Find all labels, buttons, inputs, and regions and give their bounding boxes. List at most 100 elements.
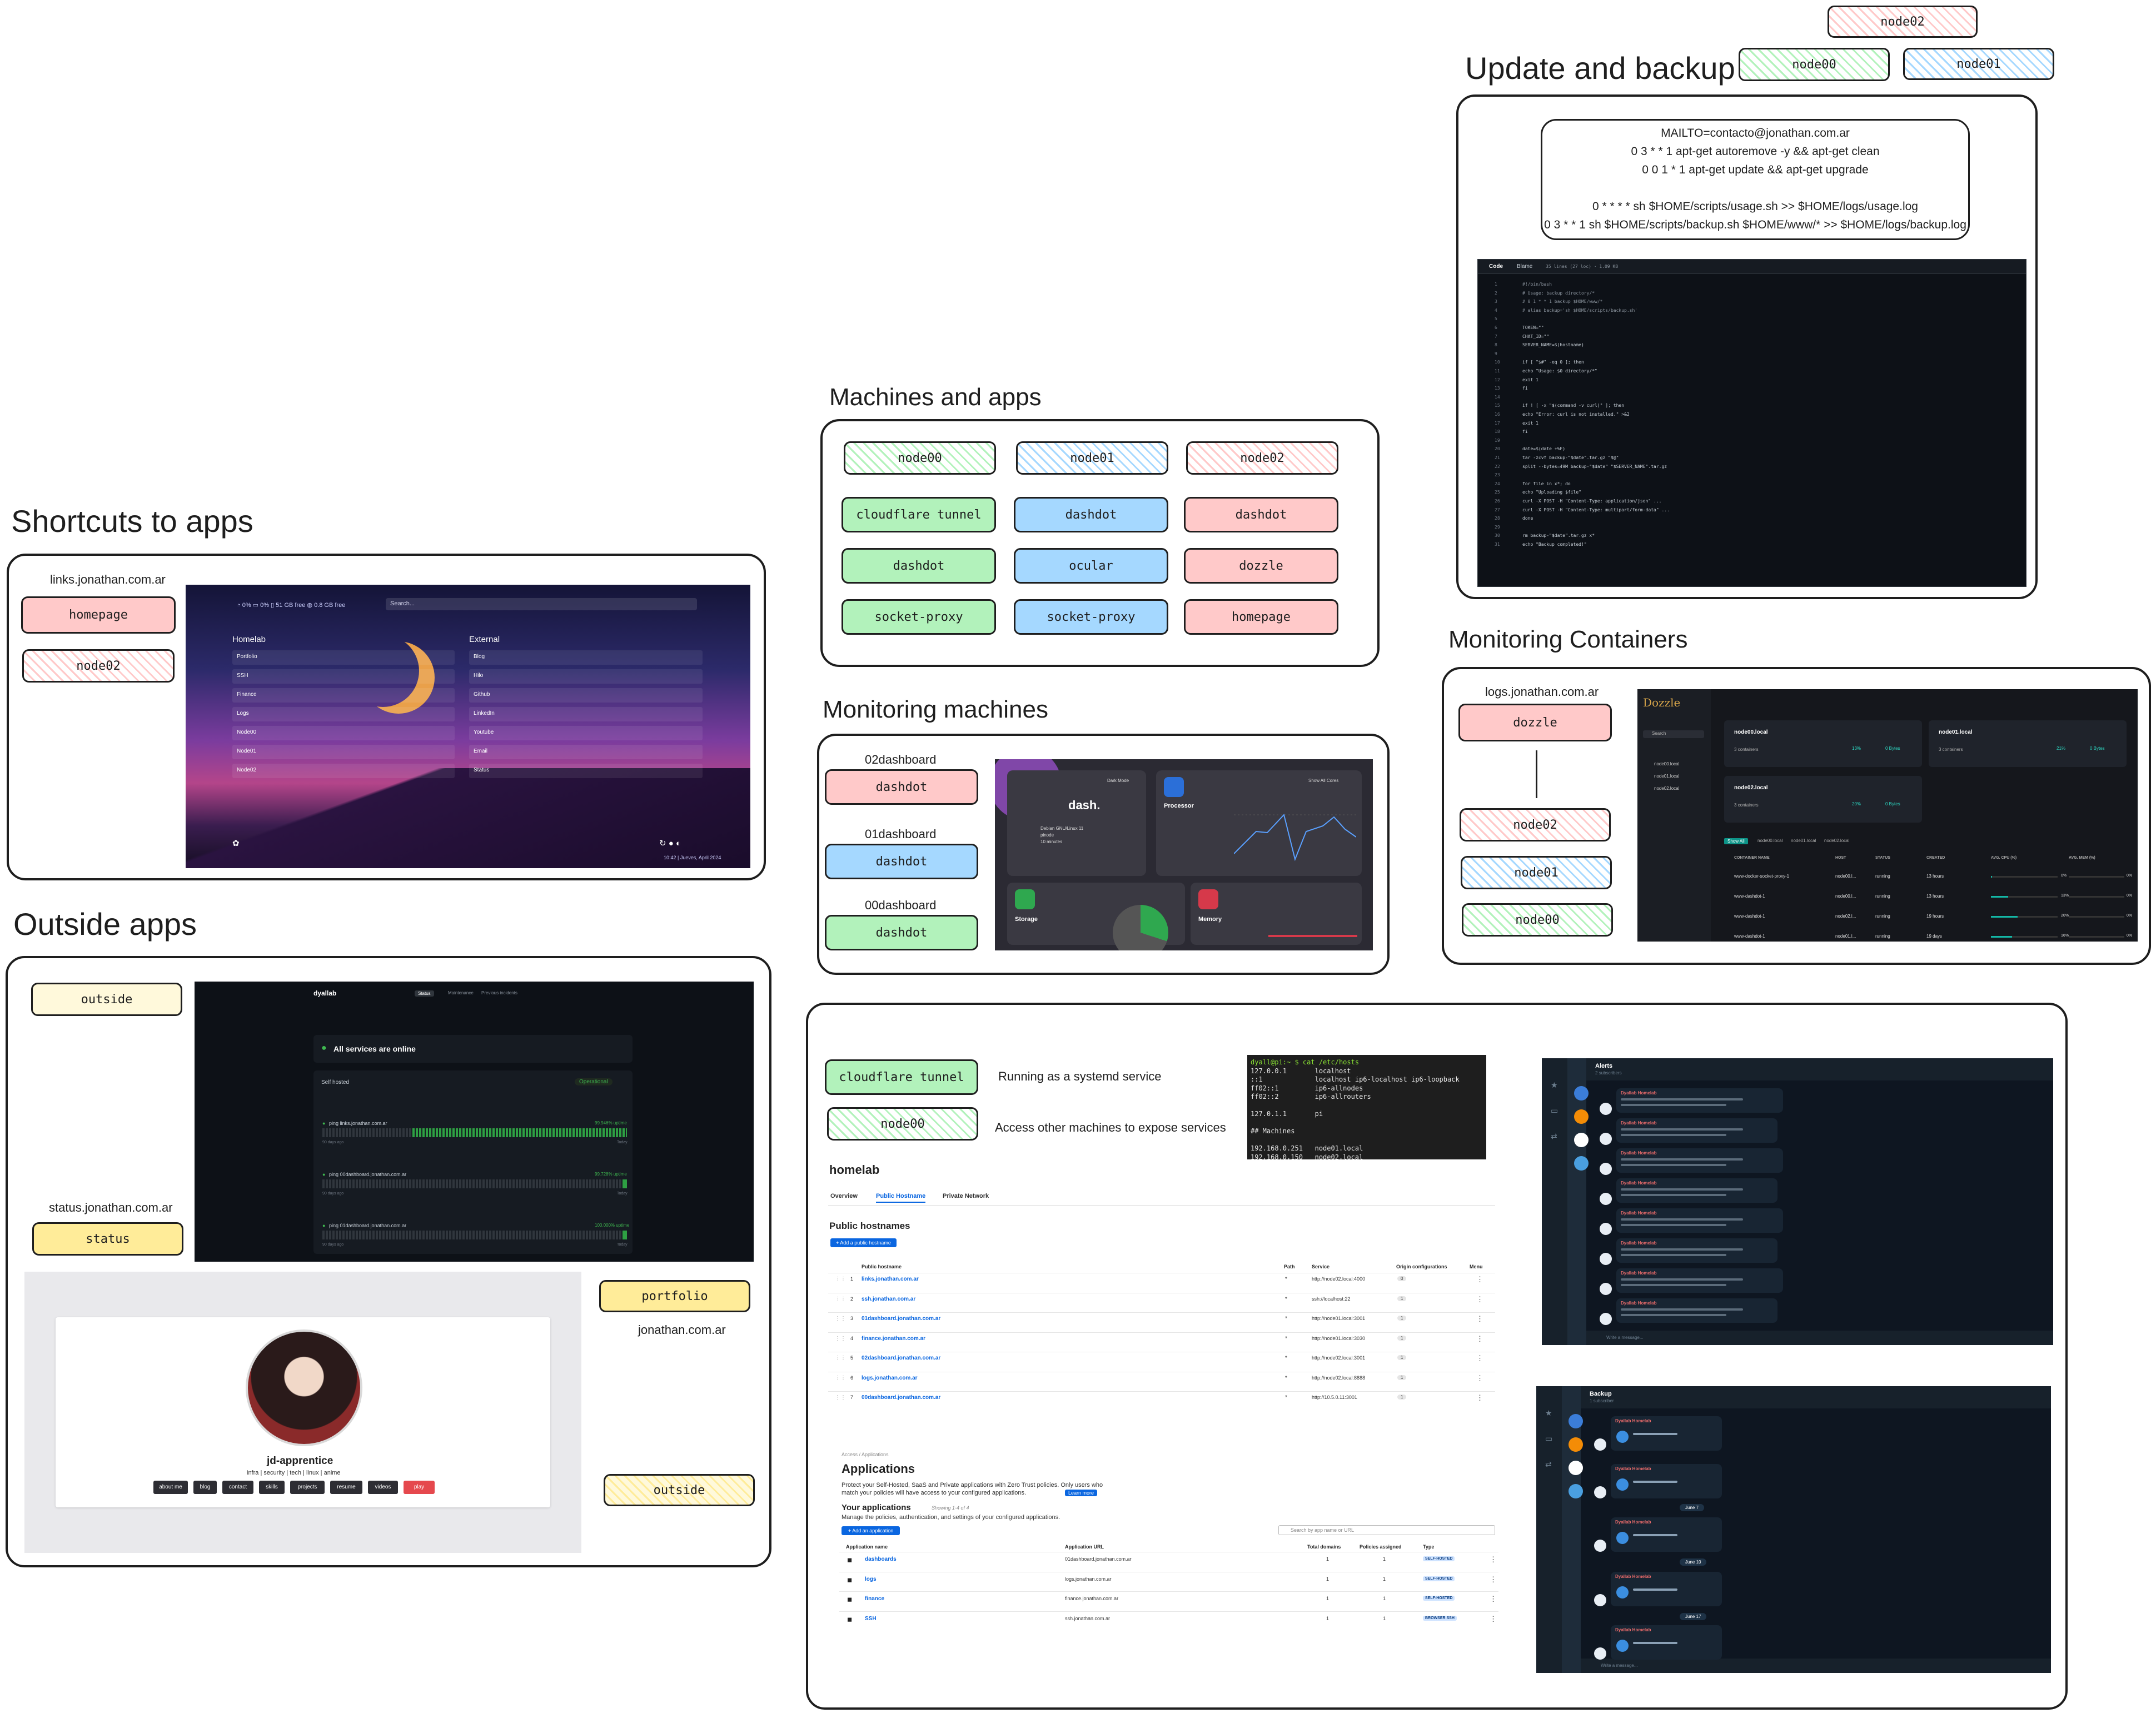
row-menu-icon[interactable]: ⋮ [1476, 1374, 1483, 1383]
mem-bar-bg [2069, 916, 2124, 918]
dozzle-cell: running [1875, 914, 1890, 919]
dozzle-host-item[interactable]: node00.local [1654, 761, 1679, 766]
tg-backup-composer[interactable]: Write a message... [1581, 1659, 2051, 1673]
app-name-link[interactable]: finance [865, 1596, 884, 1602]
external-item[interactable]: Status [469, 764, 703, 778]
dozzle-host-item[interactable]: node01.local [1654, 774, 1679, 779]
profile-button-play[interactable]: play [404, 1481, 435, 1494]
homelab-item[interactable]: SSH [232, 669, 455, 684]
homelab-item[interactable]: Logs [232, 707, 455, 721]
homepage-search-input[interactable]: Search... [386, 598, 697, 610]
host-card-cpu: 20% [1852, 801, 1861, 806]
chat-folder-icon[interactable] [1574, 1109, 1589, 1124]
code-tab[interactable]: Code [1489, 263, 1503, 270]
tunnel-hostname-link[interactable]: 01dashboard.jonathan.com.ar [862, 1316, 940, 1322]
profile-button-videos[interactable]: videos [368, 1481, 398, 1494]
app-policies: 1 [1383, 1556, 1386, 1562]
homelab-item[interactable]: Portfolio [232, 650, 455, 665]
add-application-button[interactable]: + Add an application [842, 1526, 900, 1535]
tunnel-row-number: 7 [850, 1395, 854, 1400]
tunnel-hostname-link[interactable]: 02dashboard.jonathan.com.ar [862, 1355, 940, 1361]
homelab-item[interactable]: Node02 [232, 764, 455, 778]
external-item[interactable]: LinkedIn [469, 707, 703, 721]
code-line-number: 9 [1495, 351, 1497, 356]
external-item[interactable]: Email [469, 745, 703, 759]
external-item[interactable]: Hilo [469, 669, 703, 684]
chat-folder-icon[interactable] [1569, 1484, 1583, 1498]
theme-icons[interactable]: ↻ ● ◐ [659, 838, 681, 848]
row-menu-icon[interactable]: ⋮ [1476, 1275, 1483, 1284]
tunnel-tab[interactable]: Overview [830, 1193, 858, 1199]
homepage-chip: homepage [21, 596, 176, 634]
profile-button-resume[interactable]: resume [330, 1481, 362, 1494]
profile-button-skills[interactable]: skills [259, 1481, 285, 1494]
code-line: # Usage: backup directory/* [1522, 290, 1595, 296]
rail-icon[interactable]: ▭ [1545, 1434, 1552, 1443]
row-menu-icon[interactable]: ⋮ [1490, 1555, 1497, 1564]
tunnel-hostname-link[interactable]: ssh.jonathan.com.ar [862, 1296, 915, 1302]
drag-handle-icon[interactable]: ⋮⋮ [835, 1375, 846, 1381]
rail-icon[interactable]: ★ [1545, 1408, 1552, 1418]
homelab-item[interactable]: Node00 [232, 726, 455, 740]
dozzle-filter-tab[interactable]: node01.local [1791, 838, 1816, 843]
chat-folder-icon[interactable] [1569, 1461, 1583, 1475]
dozzle-filter-tab[interactable]: node00.local [1757, 838, 1782, 843]
app-name-link[interactable]: dashboards [865, 1556, 897, 1562]
gear-icon[interactable]: ✿ [232, 838, 240, 848]
status-tab[interactable]: Maintenance [448, 990, 474, 995]
profile-button-contact[interactable]: contact [222, 1481, 253, 1494]
profile-button-blog[interactable]: blog [193, 1481, 217, 1494]
row-menu-icon[interactable]: ⋮ [1476, 1295, 1483, 1304]
chat-folder-icon[interactable] [1574, 1086, 1589, 1100]
app-name-link[interactable]: logs [865, 1576, 877, 1582]
machine-app-chip: cloudflare tunnel [842, 497, 996, 532]
rail-icon[interactable]: ★ [1551, 1080, 1558, 1090]
row-menu-icon[interactable]: ⋮ [1490, 1595, 1497, 1604]
app-name-link[interactable]: SSH [865, 1616, 877, 1622]
tg-alerts-composer[interactable]: Write a message... [1586, 1331, 2053, 1345]
drag-handle-icon[interactable]: ⋮⋮ [835, 1355, 846, 1361]
external-item[interactable]: Github [469, 688, 703, 703]
tunnel-tab[interactable]: Public Hostname [876, 1193, 926, 1203]
learn-more-link[interactable]: Learn more [1065, 1490, 1098, 1496]
status-tab[interactable]: Previous incidents [481, 990, 517, 995]
homelab-item[interactable]: Node01 [232, 745, 455, 759]
drag-handle-icon[interactable]: ⋮⋮ [835, 1336, 846, 1342]
status-tab[interactable]: Status [415, 990, 434, 997]
chat-folder-icon[interactable] [1569, 1414, 1583, 1428]
dozzle-host-item[interactable]: node02.local [1654, 786, 1679, 791]
message-sender: Dyallab Homelab [1621, 1151, 1657, 1156]
chat-folder-icon[interactable] [1574, 1133, 1589, 1147]
row-menu-icon[interactable]: ⋮ [1490, 1575, 1497, 1584]
mc-node00-chip: node00 [1462, 903, 1613, 937]
drag-handle-icon[interactable]: ⋮⋮ [835, 1395, 846, 1401]
tunnel-hostname-link[interactable]: finance.jonathan.com.ar [862, 1336, 925, 1342]
homelab-item[interactable]: Finance [232, 688, 455, 703]
blame-tab[interactable]: Blame [1517, 263, 1532, 270]
row-menu-icon[interactable]: ⋮ [1476, 1354, 1483, 1363]
tunnel-tab[interactable]: Private Network [943, 1193, 989, 1199]
drag-handle-icon[interactable]: ⋮⋮ [835, 1276, 846, 1282]
row-menu-icon[interactable]: ⋮ [1476, 1393, 1483, 1402]
rail-icon[interactable]: ▭ [1551, 1106, 1558, 1116]
tunnel-hostname-link[interactable]: links.jonathan.com.ar [862, 1276, 919, 1282]
row-menu-icon[interactable]: ⋮ [1476, 1314, 1483, 1323]
chat-folder-icon[interactable] [1569, 1437, 1583, 1452]
profile-button-projects[interactable]: projects [290, 1481, 325, 1494]
tunnel-hostname-link[interactable]: logs.jonathan.com.ar [862, 1375, 918, 1381]
row-menu-icon[interactable]: ⋮ [1490, 1615, 1497, 1624]
code-line-number: 28 [1495, 516, 1500, 521]
add-hostname-button[interactable]: + Add a public hostname [830, 1238, 897, 1247]
dozzle-filter-tab[interactable]: Show All [1724, 838, 1748, 844]
chat-folder-icon[interactable] [1574, 1156, 1589, 1171]
dozzle-filter-tab[interactable]: node02.local [1824, 838, 1849, 843]
drag-handle-icon[interactable]: ⋮⋮ [835, 1316, 846, 1322]
tunnel-hostname-link[interactable]: 00dashboard.jonathan.com.ar [862, 1395, 940, 1401]
drag-handle-icon[interactable]: ⋮⋮ [835, 1296, 846, 1302]
rail-icon[interactable]: ⇄ [1551, 1132, 1557, 1141]
profile-button-about-me[interactable]: about me [153, 1481, 188, 1494]
row-menu-icon[interactable]: ⋮ [1476, 1334, 1483, 1343]
external-item[interactable]: Blog [469, 650, 703, 665]
external-item[interactable]: Youtube [469, 726, 703, 740]
rail-icon[interactable]: ⇄ [1545, 1460, 1552, 1469]
